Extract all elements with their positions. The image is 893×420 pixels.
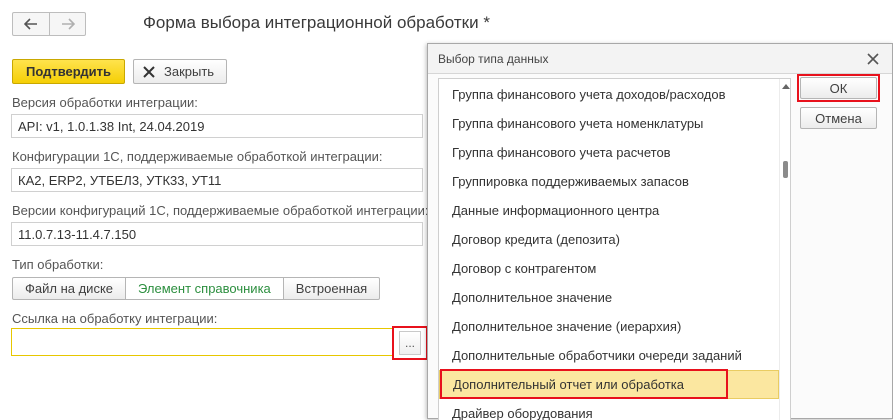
configs-label: Конфигурации 1С, поддерживаемые обработк…: [12, 149, 383, 164]
list-item[interactable]: Данные информационного центра: [439, 196, 779, 225]
page-title: Форма выбора интеграционной обработки *: [143, 13, 490, 32]
data-type-dialog: Выбор типа данных Группа финансового уче…: [427, 43, 893, 420]
version-label: Версия обработки интеграции:: [12, 95, 198, 110]
arrow-left-icon: [24, 18, 37, 30]
dialog-header: Выбор типа данных: [428, 44, 892, 74]
close-button[interactable]: Закрыть: [133, 59, 227, 84]
list-item[interactable]: Группа финансового учета расчетов: [439, 138, 779, 167]
select-button[interactable]: ...: [399, 331, 421, 355]
close-icon: [143, 65, 155, 78]
version-field[interactable]: API: v1, 1.0.1.38 Int, 24.04.2019: [11, 114, 423, 138]
close-button-label: Закрыть: [164, 64, 215, 79]
scroll-up-icon[interactable]: [782, 83, 790, 89]
select-button-highlight: ...: [392, 326, 428, 360]
list-item[interactable]: Драйвер оборудования: [439, 399, 779, 420]
list-item[interactable]: Договор с контрагентом: [439, 254, 779, 283]
arrow-right-icon: [61, 18, 75, 30]
configs-field[interactable]: КА2, ERP2, УТБЕЛ3, УТК33, УТ11: [11, 168, 423, 192]
type-selector: Файл на диске Элемент справочника Встрое…: [12, 277, 381, 300]
scroll-thumb[interactable]: [783, 161, 788, 178]
confirm-button[interactable]: Подтвердить: [12, 59, 125, 84]
list-item[interactable]: Дополнительное значение: [439, 283, 779, 312]
type-option-catalog-element[interactable]: Элемент справочника: [125, 278, 283, 299]
list-item[interactable]: Группа финансового учета доходов/расходо…: [439, 80, 779, 109]
link-label: Ссылка на обработку интеграции:: [12, 311, 218, 326]
forward-button[interactable]: [49, 13, 85, 35]
cancel-button[interactable]: Отмена: [800, 107, 877, 129]
list-item[interactable]: Дополнительное значение (иерархия): [439, 312, 779, 341]
selection-highlight: [440, 369, 728, 399]
list-item[interactable]: Группировка поддерживаемых запасов: [439, 167, 779, 196]
dialog-title: Выбор типа данных: [438, 52, 549, 66]
config-versions-label: Версии конфигураций 1С, поддерживаемые о…: [12, 203, 429, 218]
data-type-list[interactable]: Группа финансового учета доходов/расходо…: [438, 78, 791, 420]
list-item[interactable]: Дополнительные обработчики очереди задан…: [439, 341, 779, 370]
back-button[interactable]: [13, 13, 49, 35]
link-input[interactable]: [11, 328, 427, 356]
config-versions-field[interactable]: 11.0.7.13-11.4.7.150: [11, 222, 423, 246]
list-item[interactable]: Договор кредита (депозита): [439, 225, 779, 254]
type-option-file[interactable]: Файл на диске: [13, 278, 125, 299]
type-label: Тип обработки:: [12, 257, 104, 272]
type-option-builtin[interactable]: Встроенная: [282, 278, 379, 299]
list-item[interactable]: Группа финансового учета номенклатуры: [439, 109, 779, 138]
nav-buttons: [12, 12, 86, 36]
ok-button[interactable]: ОК: [800, 77, 877, 99]
close-icon[interactable]: [866, 52, 880, 66]
list-scrollbar[interactable]: [779, 79, 790, 420]
